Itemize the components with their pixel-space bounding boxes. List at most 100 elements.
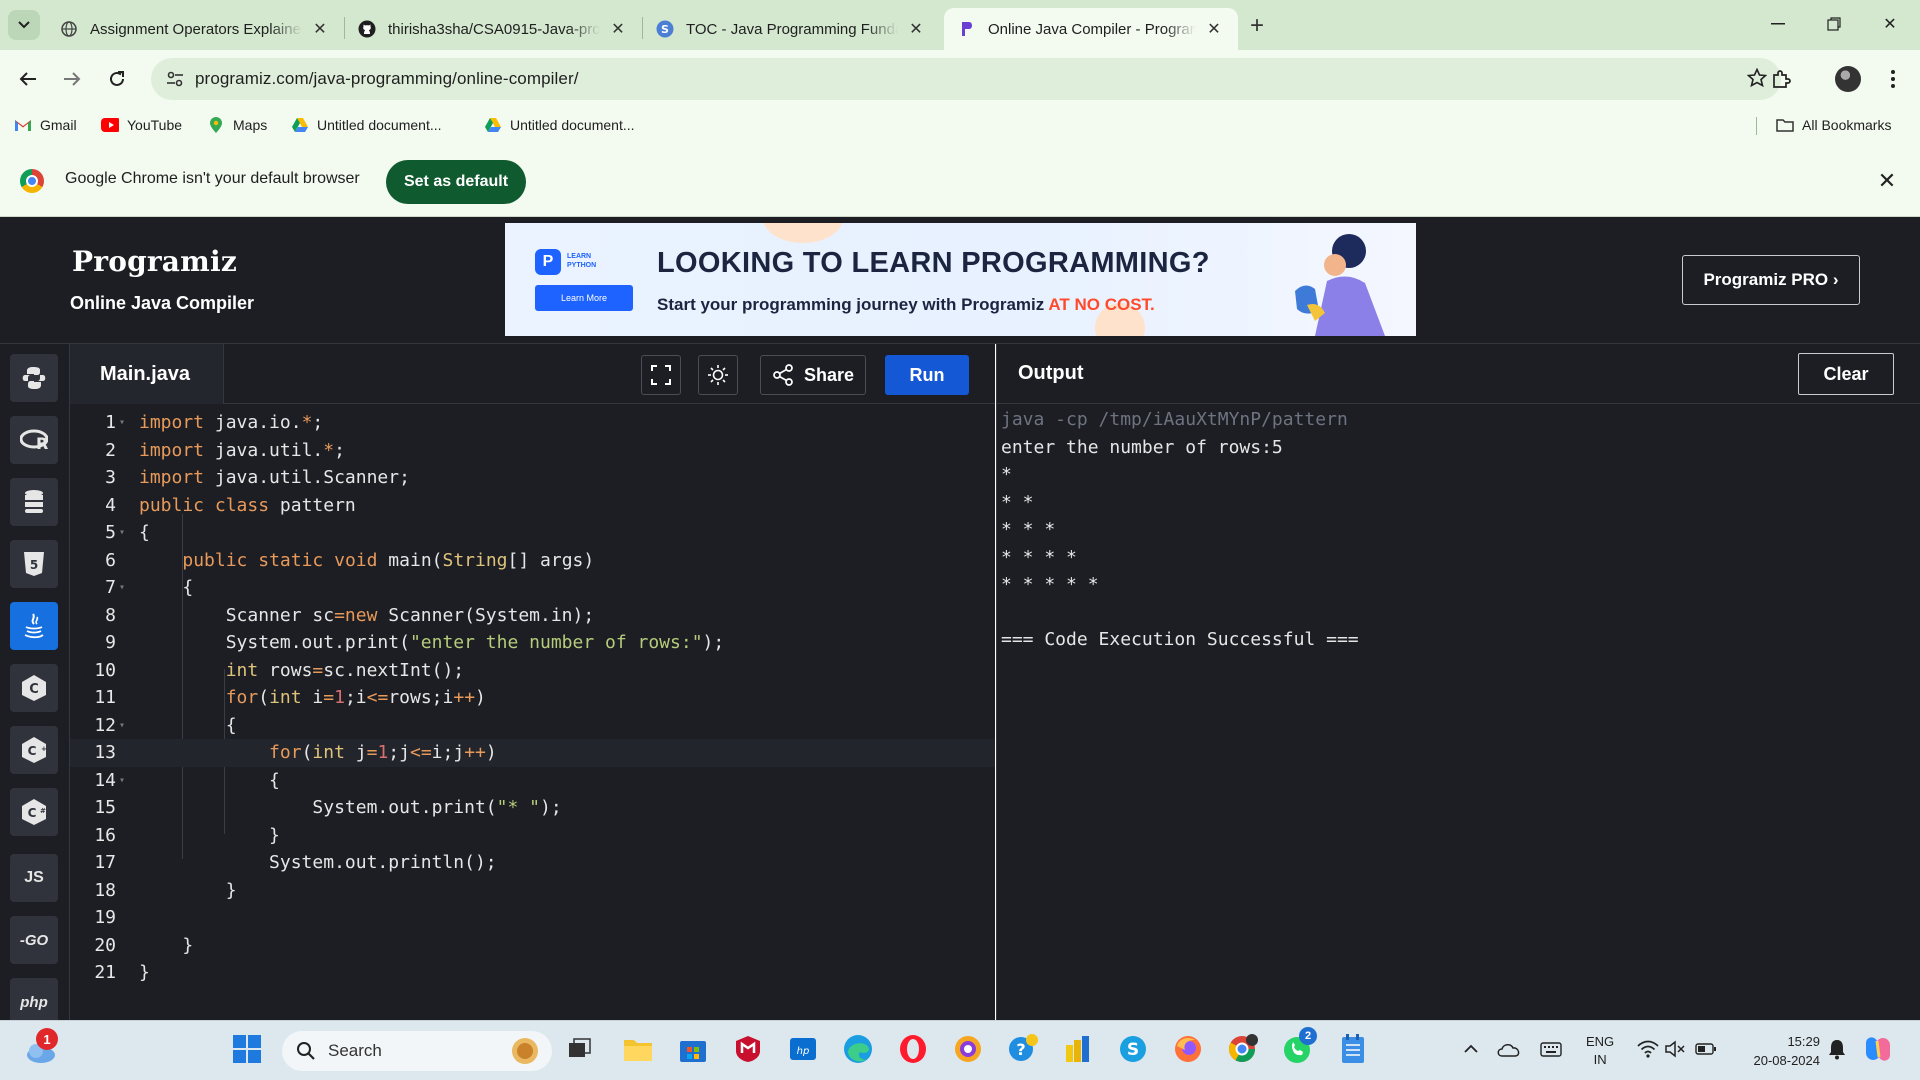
tab-toc-java[interactable]: S TOC - Java Programming Funda ✕ xyxy=(642,8,940,50)
code-line[interactable]: 4 public class pattern xyxy=(70,492,995,520)
csharp-icon[interactable]: C # xyxy=(10,788,58,836)
code-text[interactable]: for(int j=1;j<=i;j++) xyxy=(126,742,497,763)
input-language-indicator[interactable]: ENG IN xyxy=(1586,1033,1614,1069)
power-bi-icon[interactable] xyxy=(1060,1031,1096,1067)
site-info-icon[interactable] xyxy=(155,71,195,87)
all-bookmarks-button[interactable]: All Bookmarks xyxy=(1776,114,1891,136)
restore-button[interactable] xyxy=(1814,10,1854,38)
menu-button[interactable] xyxy=(1878,64,1908,94)
fullscreen-button[interactable] xyxy=(641,355,681,395)
close-infobar-icon[interactable]: ✕ xyxy=(1872,166,1902,196)
edge-icon[interactable] xyxy=(840,1031,876,1067)
code-line[interactable]: 2 import java.util.*; xyxy=(70,437,995,465)
programiz-logo[interactable]: Programiz xyxy=(72,245,237,278)
code-line[interactable]: 8 Scanner sc=new Scanner(System.in); xyxy=(70,602,995,630)
code-text[interactable]: } xyxy=(126,962,150,983)
r-icon[interactable]: R xyxy=(10,416,58,464)
skype-icon[interactable]: S xyxy=(1115,1031,1151,1067)
extensions-button[interactable] xyxy=(1766,64,1796,94)
fold-arrow-icon[interactable]: ▾ xyxy=(116,527,126,538)
share-button[interactable]: Share xyxy=(760,355,866,395)
c-icon[interactable]: C xyxy=(10,664,58,712)
fold-arrow-icon[interactable]: ▾ xyxy=(116,775,126,786)
wifi-icon[interactable] xyxy=(1634,1031,1662,1067)
forward-button[interactable] xyxy=(57,64,87,94)
onedrive-icon[interactable] xyxy=(1494,1031,1524,1067)
clear-button[interactable]: Clear xyxy=(1798,353,1894,395)
code-editor[interactable]: 1 ▾ import java.io.*; 2 import java.util.*; 3… xyxy=(70,404,995,1020)
bookmark-untitled-doc-1[interactable]: Untitled document... xyxy=(291,114,442,136)
theme-toggle-button[interactable] xyxy=(698,355,738,395)
store-icon[interactable] xyxy=(675,1031,711,1067)
code-text[interactable]: } xyxy=(126,880,237,901)
keyboard-icon[interactable] xyxy=(1536,1031,1566,1067)
chrome-taskbar-icon[interactable] xyxy=(1225,1031,1261,1067)
reload-button[interactable] xyxy=(102,64,132,94)
new-tab-button[interactable]: + xyxy=(1243,12,1271,40)
code-text[interactable]: { xyxy=(126,577,193,598)
code-text[interactable]: Scanner sc=new Scanner(System.in); xyxy=(126,605,595,626)
code-line[interactable]: 20 } xyxy=(70,932,995,960)
back-button[interactable] xyxy=(13,64,43,94)
code-line[interactable]: 3 import java.util.Scanner; xyxy=(70,464,995,492)
java-icon[interactable] xyxy=(10,602,58,650)
opera-gx-icon[interactable] xyxy=(950,1031,986,1067)
url-text[interactable]: programiz.com/java-programming/online-co… xyxy=(195,69,579,89)
start-button[interactable] xyxy=(229,1031,265,1067)
clock[interactable]: 15:29 20-08-2024 xyxy=(1738,1032,1821,1070)
minimize-button[interactable] xyxy=(1758,10,1798,38)
code-line[interactable]: 9 System.out.print("enter the number of … xyxy=(70,629,995,657)
code-text[interactable]: { xyxy=(126,770,280,791)
code-line[interactable]: 14 ▾ { xyxy=(70,767,995,795)
get-help-icon[interactable]: ? xyxy=(1005,1031,1041,1067)
code-text[interactable]: } xyxy=(126,935,193,956)
code-text[interactable]: import java.util.Scanner; xyxy=(126,467,410,488)
html-icon[interactable]: 5 xyxy=(10,540,58,588)
code-text[interactable]: System.out.print("* "); xyxy=(126,797,561,818)
set-as-default-button[interactable]: Set as default xyxy=(386,160,526,204)
file-tab-main-java[interactable]: Main.java xyxy=(70,344,224,404)
code-line[interactable]: 12 ▾ { xyxy=(70,712,995,740)
code-text[interactable]: System.out.println(); xyxy=(126,852,497,873)
code-line[interactable]: 11 for(int i=1;i<=rows;i++) xyxy=(70,684,995,712)
code-text[interactable]: import java.io.*; xyxy=(126,412,323,433)
learn-more-button[interactable]: Learn More xyxy=(535,285,633,311)
php-icon[interactable]: php xyxy=(10,978,58,1026)
code-line[interactable]: 18 } xyxy=(70,877,995,905)
code-line[interactable]: 1 ▾ import java.io.*; xyxy=(70,409,995,437)
taskbar-search[interactable]: Search xyxy=(282,1031,552,1071)
code-text[interactable]: { xyxy=(126,715,237,736)
cpp-icon[interactable]: C + xyxy=(10,726,58,774)
python-icon[interactable] xyxy=(10,354,58,402)
close-window-button[interactable]: ✕ xyxy=(1870,10,1910,38)
js-icon[interactable]: JS xyxy=(10,854,58,902)
go-icon[interactable]: -GO xyxy=(10,916,58,964)
bookmark-star-icon[interactable] xyxy=(1746,67,1768,93)
bookmark-maps[interactable]: Maps xyxy=(207,114,267,136)
mcafee-icon[interactable] xyxy=(730,1031,766,1067)
code-text[interactable]: System.out.print("enter the number of ro… xyxy=(126,632,725,653)
code-line[interactable]: 17 System.out.println(); xyxy=(70,849,995,877)
address-bar[interactable]: programiz.com/java-programming/online-co… xyxy=(151,58,1781,100)
code-line[interactable]: 6 public static void main(String[] args) xyxy=(70,547,995,575)
ad-banner[interactable]: P LEARN PYTHON Learn More LOOKING TO LEAR… xyxy=(505,223,1416,336)
tab-online-java-compiler[interactable]: Online Java Compiler - Program ✕ xyxy=(944,8,1238,50)
code-line[interactable]: 16 } xyxy=(70,822,995,850)
myhp-icon[interactable]: hp xyxy=(785,1031,821,1067)
code-text[interactable]: public static void main(String[] args) xyxy=(126,550,594,571)
task-view-icon[interactable] xyxy=(562,1031,598,1067)
close-tab-icon[interactable]: ✕ xyxy=(608,19,628,39)
code-line[interactable]: 13 for(int j=1;j<=i;j++) xyxy=(70,739,995,767)
bookmark-youtube[interactable]: YouTube xyxy=(101,114,182,136)
code-text[interactable]: for(int i=1;i<=rows;i++) xyxy=(126,687,486,708)
code-text[interactable]: int rows=sc.nextInt(); xyxy=(126,660,464,681)
bookmark-untitled-doc-2[interactable]: Untitled document... xyxy=(484,114,635,136)
tab-search-button[interactable] xyxy=(8,10,40,40)
close-tab-icon[interactable]: ✕ xyxy=(310,19,330,39)
battery-icon[interactable] xyxy=(1692,1031,1720,1067)
copilot-icon[interactable] xyxy=(1860,1031,1896,1067)
code-line[interactable]: 5 ▾{ xyxy=(70,519,995,547)
volume-muted-icon[interactable] xyxy=(1662,1031,1690,1067)
code-line[interactable]: 7 ▾ { xyxy=(70,574,995,602)
fold-arrow-icon[interactable]: ▾ xyxy=(116,417,126,428)
